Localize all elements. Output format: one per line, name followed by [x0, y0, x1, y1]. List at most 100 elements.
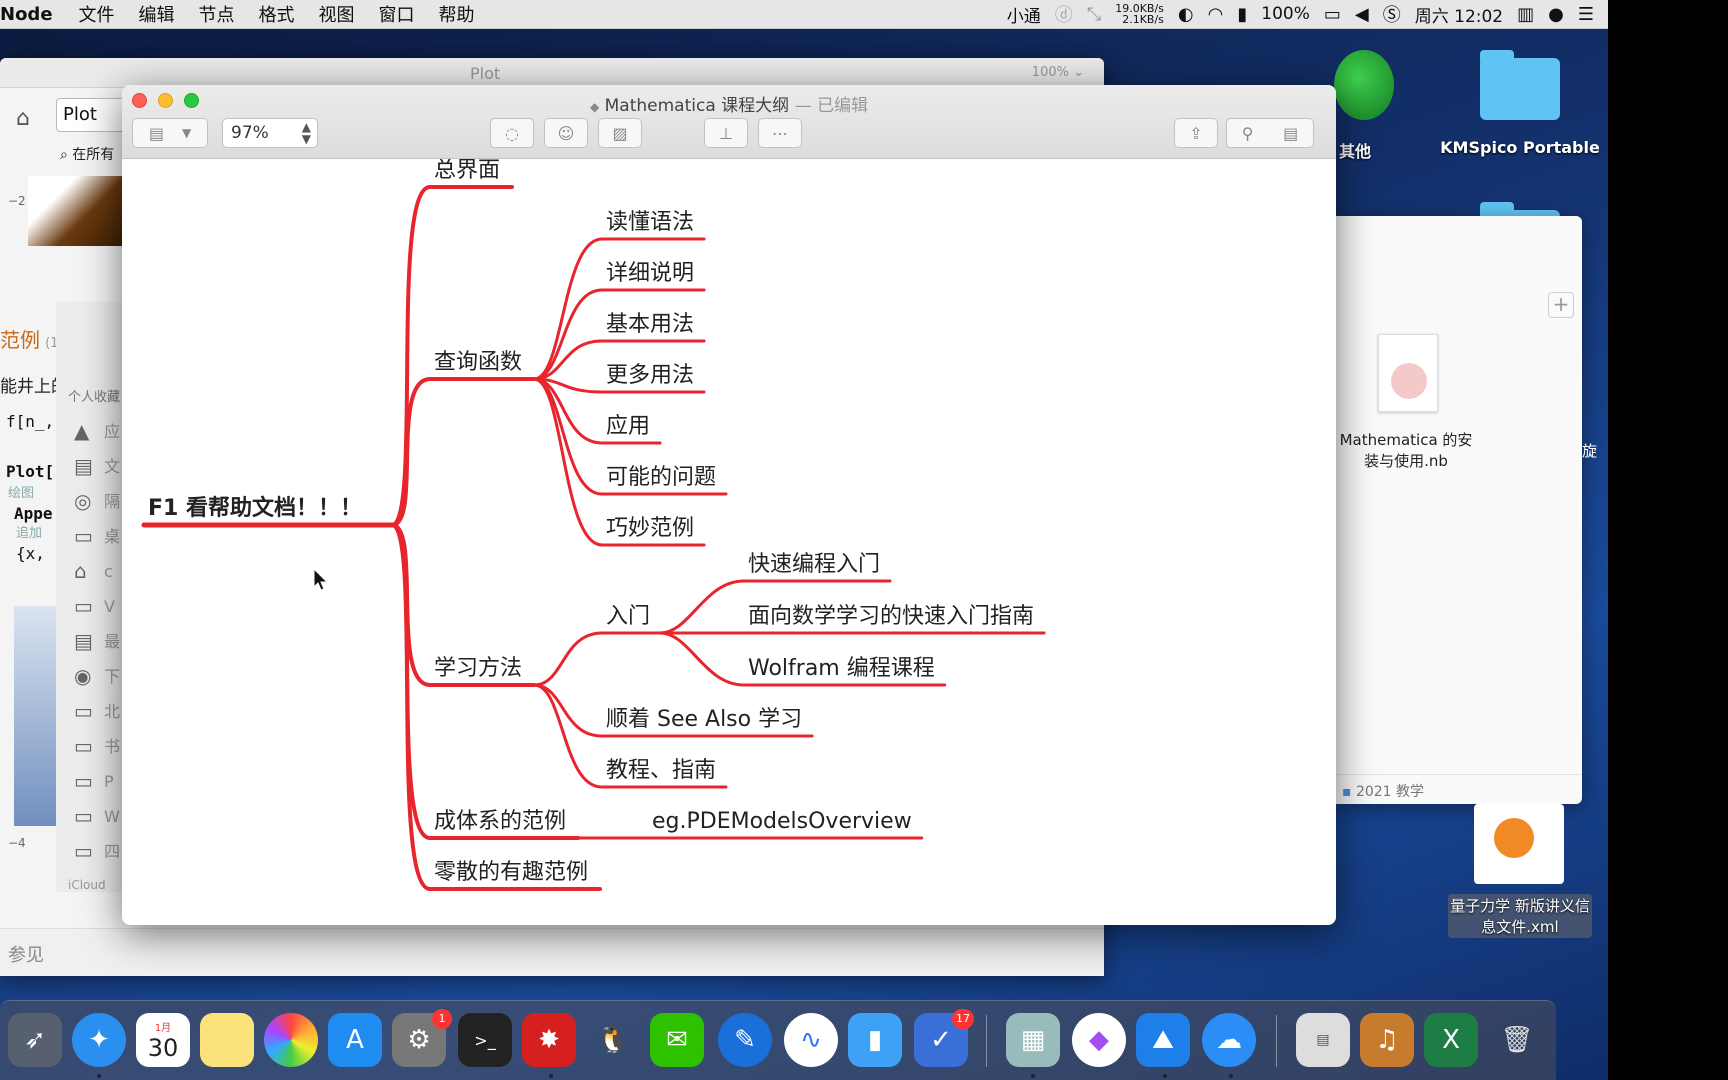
menu-app-name[interactable]: Node [0, 4, 67, 25]
node-intro-2[interactable]: Wolfram 编程课程 [748, 656, 935, 681]
sidebar-item-9[interactable]: 书 [104, 729, 120, 764]
qq-icon[interactable]: 🐧 [586, 1013, 640, 1067]
root-node[interactable]: F1 看帮助文档！！！ [148, 495, 362, 521]
node-fun-examples[interactable]: 零散的有趣范例 [434, 860, 588, 885]
resize-icon[interactable]: ⤡ [1087, 4, 1101, 25]
sidebar-toggle-button[interactable]: ▤ ▼ [132, 118, 208, 148]
node-pde[interactable]: eg.PDEModelsOverview [652, 809, 912, 834]
add-tab-button[interactable]: + [1548, 292, 1574, 318]
node-query-0[interactable]: 读懂语法 [606, 210, 694, 235]
preview-icon[interactable]: ▦ [1006, 1013, 1060, 1067]
image-button[interactable]: ▨ [598, 118, 642, 148]
terminal-icon[interactable]: >_ [458, 1013, 512, 1067]
notebook-file-label[interactable]: Mathematica 的安装与使用.nb [1336, 430, 1476, 472]
system-preferences-icon[interactable]: ⚙ 1 [392, 1009, 452, 1067]
node-tutorials[interactable]: 教程、指南 [606, 758, 716, 783]
battery-icon[interactable]: ▭ [1324, 4, 1341, 25]
garageband-icon[interactable]: ♫ [1360, 1013, 1414, 1067]
kms-folder-label[interactable]: KMSpico Portable [1430, 138, 1610, 157]
sidebar-item-4[interactable]: c [104, 554, 120, 589]
notebook-file-icon[interactable] [1378, 334, 1438, 412]
menu-format[interactable]: 格式 [247, 1, 307, 27]
node-see-also[interactable]: 顺着 See Also 学习 [606, 707, 802, 732]
plot-zoom[interactable]: 100% ⌄ [1032, 65, 1084, 80]
keyboard-icon[interactable]: ▥ [1517, 4, 1534, 25]
mountain-app-icon[interactable]: ⛰ [1136, 1013, 1190, 1067]
calendar-icon[interactable]: 1月 30 [136, 1013, 190, 1067]
safari-icon[interactable]: ✦ [72, 1013, 126, 1067]
node-intro-1[interactable]: 面向数学学习的快速入门指南 [748, 604, 1034, 629]
menu-edit[interactable]: 编辑 [127, 1, 187, 27]
cloud-icon[interactable]: ☁ [1202, 1013, 1256, 1067]
app-store-icon[interactable]: A [328, 1013, 382, 1067]
node-query-1[interactable]: 详细说明 [606, 261, 694, 286]
node-intro[interactable]: 入门 [606, 604, 650, 629]
gauge-icon[interactable]: ◐ [1178, 4, 1194, 25]
zoom-stepper-icon[interactable]: ▲ ▼ [302, 121, 311, 145]
archive-icon[interactable]: ▤ [1296, 1013, 1350, 1067]
zoom-field[interactable]: 97% ▲ ▼ [222, 118, 318, 148]
more-button[interactable]: ⋯ [758, 118, 802, 148]
wifi-icon[interactable]: ◠ [1208, 4, 1224, 25]
see-also-label[interactable]: 参见 [8, 941, 44, 967]
dict-icon[interactable]: ⓓ [1055, 1, 1073, 27]
bookmark-icon[interactable]: ▮ [1237, 4, 1247, 25]
kms-folder-icon[interactable] [1480, 50, 1560, 120]
menu-file[interactable]: 文件 [67, 1, 127, 27]
home-icon[interactable]: ⌂ [16, 106, 30, 131]
user-icon[interactable]: ● [1548, 4, 1564, 25]
lark-icon[interactable]: ∿ [784, 1013, 838, 1067]
sidebar-item-3[interactable]: 桌 [104, 519, 120, 554]
node-learning[interactable]: 学习方法 [434, 656, 522, 681]
node-query-2[interactable]: 基本用法 [606, 312, 694, 337]
share-button[interactable]: ⇪ [1174, 118, 1218, 148]
sogou-icon[interactable]: Ⓢ [1383, 1, 1401, 27]
menu-node[interactable]: 节点 [187, 1, 247, 27]
launchpad-icon[interactable]: ➶ [8, 1013, 62, 1067]
node-systematic[interactable]: 成体系的范例 [434, 809, 566, 834]
sidebar-item-8[interactable]: 北 [104, 694, 120, 729]
xml-file-icon[interactable] [1474, 804, 1564, 884]
sidebar-item-10[interactable]: P [104, 764, 120, 799]
sidebar-item-5[interactable]: V [104, 589, 120, 624]
add-node-button[interactable]: ⊥ [704, 118, 748, 148]
sidebar-item-2[interactable]: 隔 [104, 484, 120, 519]
node-overview[interactable]: 总界面 [434, 159, 500, 183]
bookmark-app-icon[interactable]: ▮ [848, 1013, 902, 1067]
xml-file-label[interactable]: 量子力学 新版讲义信息文件.xml [1448, 894, 1592, 938]
sidebar-icloud[interactable]: iCloud [68, 878, 106, 892]
input-method[interactable]: 小通 [1007, 2, 1041, 27]
sticker-button[interactable]: ☺ [544, 118, 588, 148]
format-brush-button[interactable]: ⚲ ▤ [1226, 118, 1314, 148]
sidebar-item-0[interactable]: 应 [104, 414, 120, 449]
sidebar-item-7[interactable]: 下 [104, 659, 120, 694]
excel-icon[interactable]: X [1424, 1013, 1478, 1067]
tasks-icon[interactable]: ✓ 17 [914, 1009, 974, 1067]
sidebar-item-6[interactable]: 最 [104, 624, 120, 659]
node-query[interactable]: 查询函数 [434, 350, 522, 375]
battery-percent[interactable]: 100% [1261, 4, 1310, 24]
node-query-5[interactable]: 可能的问题 [606, 465, 716, 490]
search-scope[interactable]: ⌕ 在所有 [60, 144, 114, 164]
sidebar-item-1[interactable]: 文 [104, 449, 120, 484]
pen-app-icon[interactable]: ✎ [718, 1013, 772, 1067]
node-query-6[interactable]: 巧妙范例 [606, 516, 694, 541]
sidebar-item-12[interactable]: 四 [104, 834, 120, 869]
other-app-icon[interactable] [1334, 50, 1394, 120]
list-icon[interactable]: ☰ [1578, 4, 1594, 25]
wechat-icon[interactable]: ✉ [650, 1013, 704, 1067]
other-app-label[interactable]: 其他 [1330, 138, 1380, 162]
node-query-3[interactable]: 更多用法 [606, 363, 694, 388]
node-intro-0[interactable]: 快速编程入门 [748, 552, 880, 577]
volume-icon[interactable]: ◀ [1355, 4, 1369, 25]
trash-icon[interactable]: 🗑 [1490, 1013, 1544, 1067]
obsidian-icon[interactable]: ◆ [1072, 1013, 1126, 1067]
task-button[interactable]: ◌ [490, 118, 534, 148]
mathematica-icon[interactable]: ✸ [522, 1013, 576, 1067]
menu-help[interactable]: 帮助 [427, 1, 487, 27]
clock[interactable]: 周六 12:02 [1415, 2, 1503, 27]
section-heading[interactable]: 范例 (1 [0, 324, 58, 353]
node-query-4[interactable]: 应用 [606, 414, 650, 439]
menu-window[interactable]: 窗口 [367, 1, 427, 27]
photos-icon[interactable] [264, 1013, 318, 1067]
